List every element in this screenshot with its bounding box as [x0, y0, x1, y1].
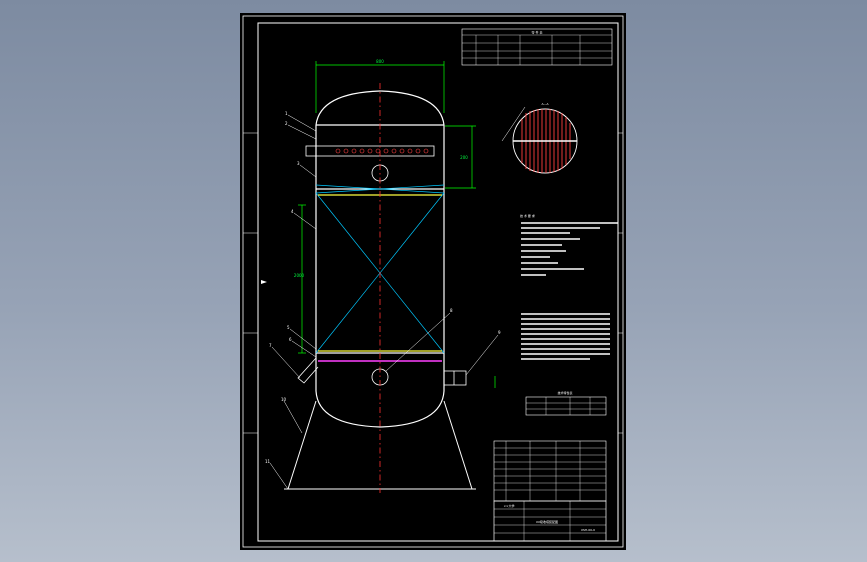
tower-drawing: 零 件 表 800 200 2000 1 2 3 4 5 6 7 8 9 10 … [242, 15, 624, 548]
section-label: A—A [541, 102, 549, 106]
liquid-distributor-pipe [305, 145, 435, 157]
svg-text:11: 11 [265, 459, 271, 464]
title-company: ××大学 [503, 503, 514, 508]
title-drawing-number: XSH-00-0 [581, 528, 595, 532]
svg-text:6: 6 [289, 337, 292, 342]
drawing-sheet[interactable]: 零 件 表 800 200 2000 1 2 3 4 5 6 7 8 9 10 … [240, 13, 626, 550]
svg-text:8: 8 [450, 308, 453, 313]
svg-text:9: 9 [498, 330, 501, 335]
arrow-right-icon[interactable] [261, 280, 267, 284]
svg-text:4: 4 [291, 209, 294, 214]
side-nozzle [297, 357, 467, 386]
notes-title: 技 术 要 求 [520, 213, 535, 218]
svg-text:7: 7 [269, 343, 272, 348]
section-view: A—A [512, 102, 578, 174]
svg-text:5: 5 [287, 325, 290, 330]
spec-paragraph [521, 313, 610, 360]
parts-table: 零 件 表 [461, 28, 613, 66]
callout-numbers: 1 2 3 4 5 6 7 8 9 10 11 [265, 111, 501, 464]
spec-table: 技术特性表 [525, 390, 607, 416]
title-block: ××大学 XX吸收塔装配图 XSH-00-0 [493, 500, 607, 542]
dim-middle-height: 2000 [294, 273, 305, 278]
title-drawing-name: XX吸收塔装配图 [536, 519, 558, 524]
cad-viewer[interactable]: 零 件 表 800 200 2000 1 2 3 4 5 6 7 8 9 10 … [0, 0, 867, 562]
border-ticks [243, 132, 623, 434]
spec-title: 技术特性表 [557, 390, 572, 395]
dim-top-width: 800 [376, 59, 384, 64]
technical-notes: 技 术 要 求 [520, 213, 618, 276]
dim-top-height: 200 [460, 155, 468, 160]
parts-table-header: 零 件 表 [532, 30, 543, 35]
leader-lines [269, 106, 526, 490]
svg-text:3: 3 [297, 161, 300, 166]
bill-of-materials [493, 440, 607, 502]
svg-text:2: 2 [285, 121, 288, 126]
inner-border [257, 22, 619, 542]
svg-text:10: 10 [281, 397, 287, 402]
outer-border [242, 15, 624, 548]
svg-text:1: 1 [285, 111, 288, 116]
